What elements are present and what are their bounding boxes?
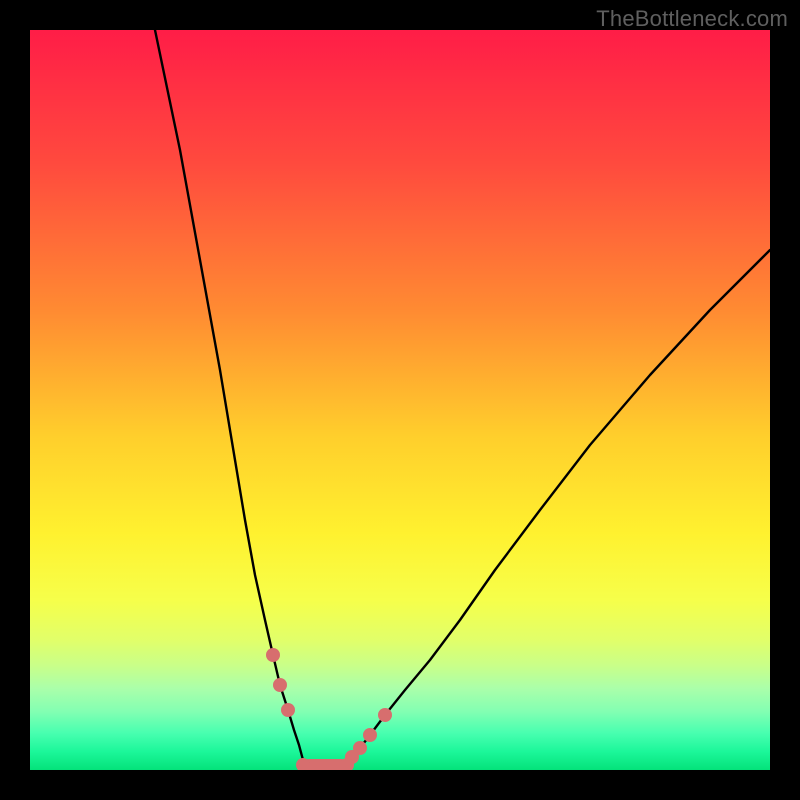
marker-left-1 — [273, 678, 287, 692]
watermark-text: TheBottleneck.com — [596, 6, 788, 32]
curve-svg — [30, 30, 770, 770]
marker-right-3 — [378, 708, 392, 722]
curve-right-branch — [347, 250, 770, 763]
curve-left-branch — [155, 30, 303, 760]
marker-left-2 — [281, 703, 295, 717]
marker-right-2 — [353, 741, 367, 755]
marker-left-0 — [266, 648, 280, 662]
marker-right-0 — [363, 728, 377, 742]
chart-frame — [30, 30, 770, 770]
curve-markers — [266, 648, 392, 770]
